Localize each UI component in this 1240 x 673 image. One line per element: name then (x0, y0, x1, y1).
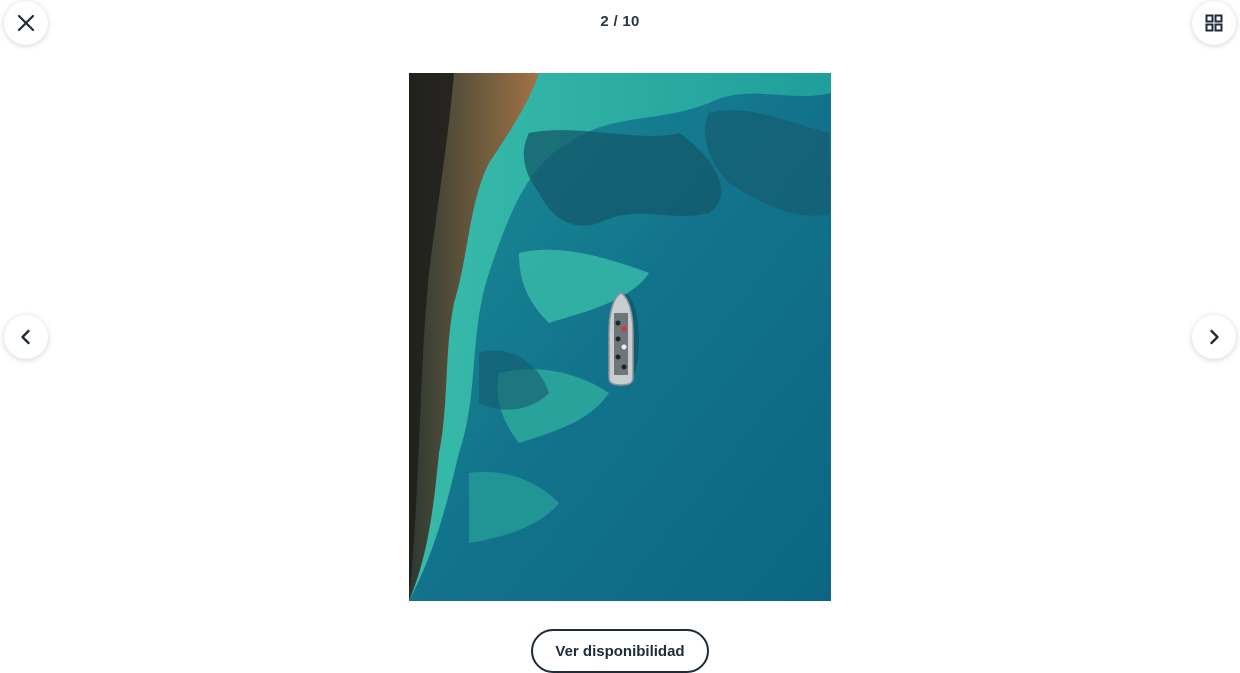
grid-view-icon (1205, 14, 1223, 32)
grid-view-button[interactable] (1192, 1, 1236, 45)
check-availability-button[interactable]: Ver disponibilidad (531, 629, 709, 673)
photo-gallery-viewer: 2 / 10 Ver disponibilidad (0, 0, 1240, 673)
next-image-button[interactable] (1192, 315, 1236, 359)
chevron-right-icon (1207, 329, 1221, 345)
gallery-photo (409, 73, 831, 601)
chevron-left-icon (19, 329, 33, 345)
image-counter: 2 / 10 (600, 13, 640, 30)
previous-image-button[interactable] (4, 315, 48, 359)
